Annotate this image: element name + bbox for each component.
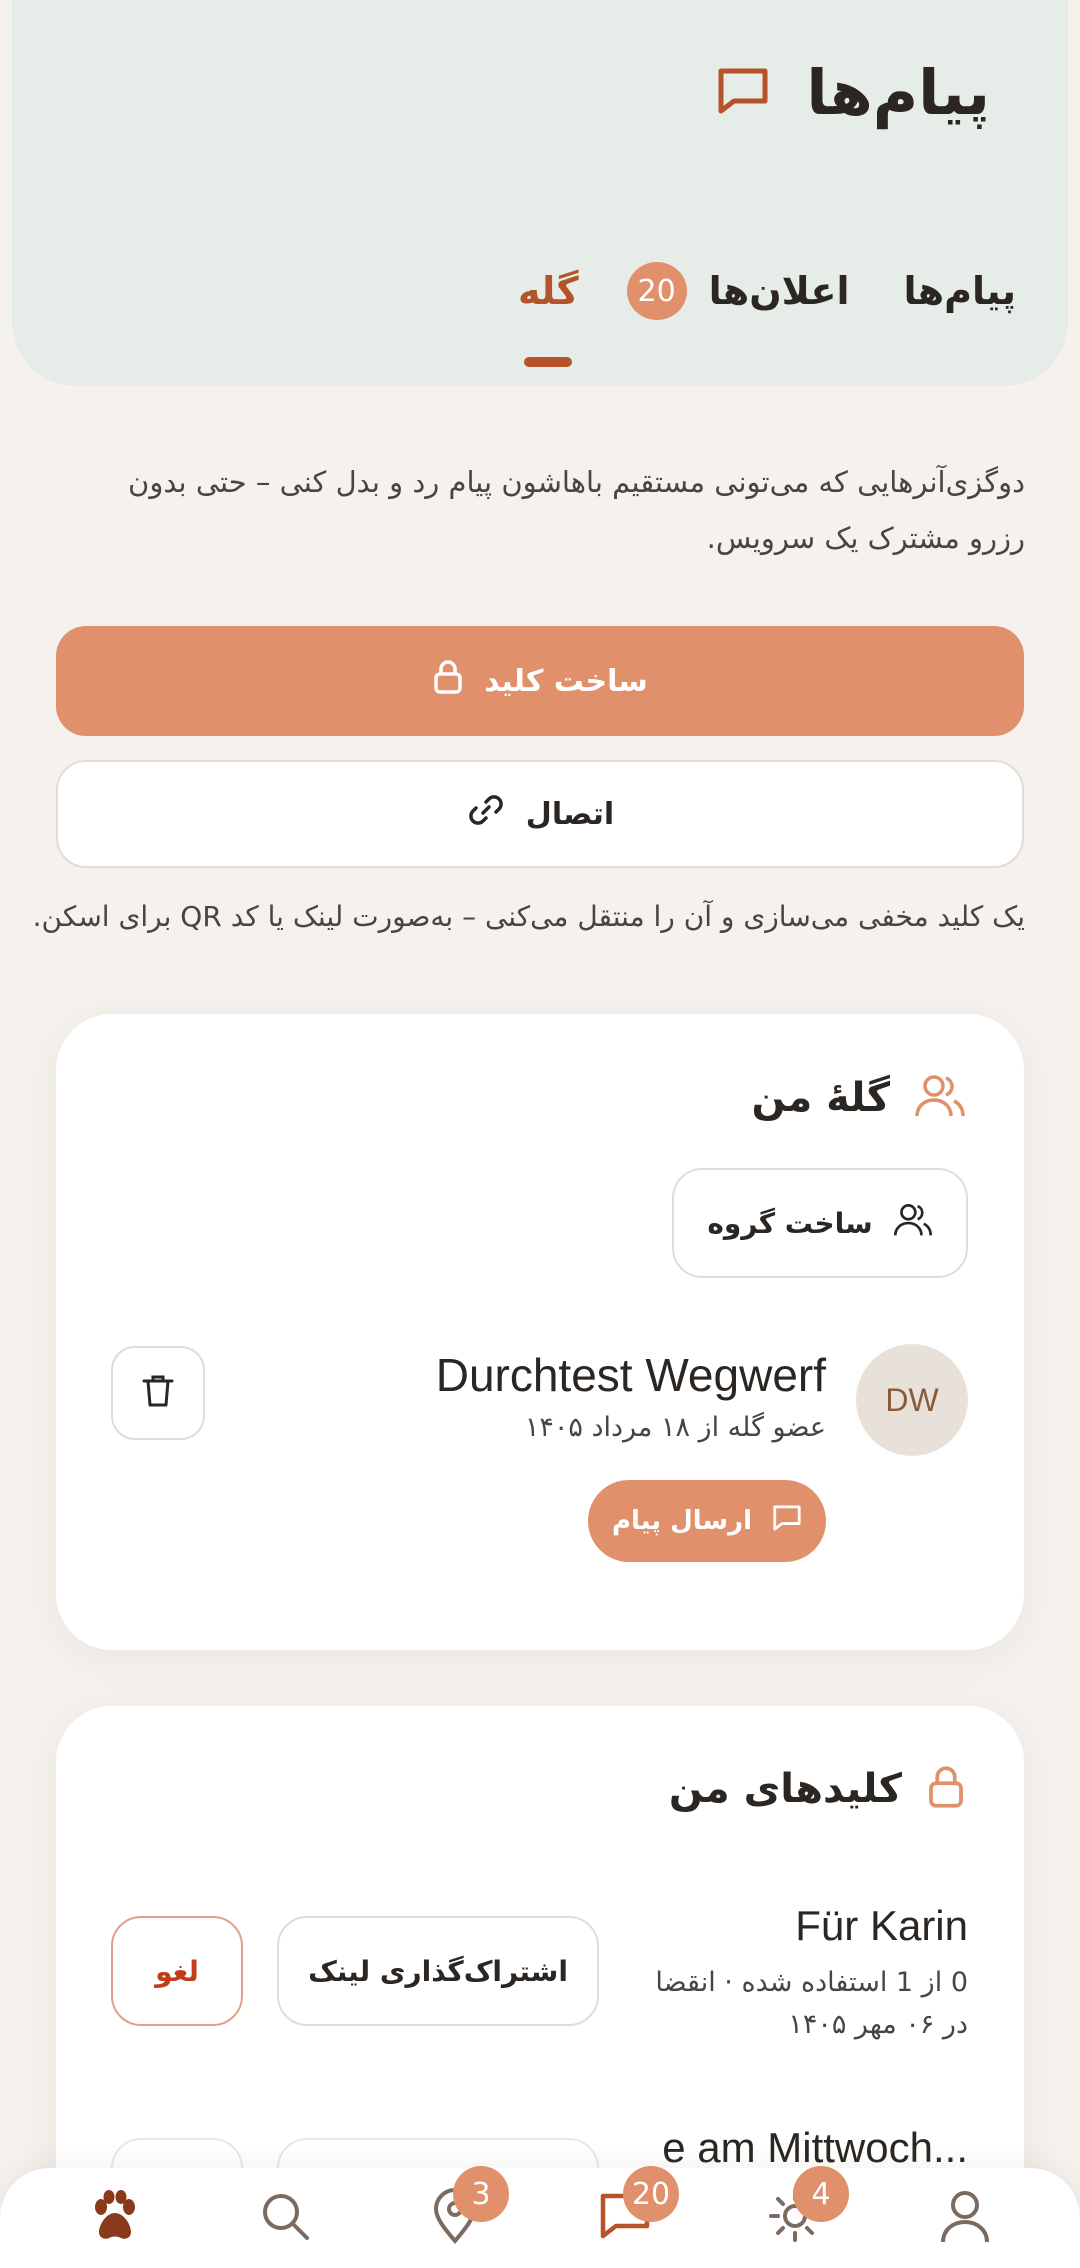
key-hint-text: یک کلید مخفی می‌سازی و آن را منتقل می‌کن… [32,900,1025,933]
link-icon [466,790,506,838]
nav-places[interactable]: 3 [395,2166,515,2268]
places-badge: 3 [453,2166,509,2222]
users-icon [893,1201,933,1246]
nav-search[interactable] [225,2168,345,2268]
nav-profile[interactable] [905,2168,1025,2268]
delete-member-button[interactable] [111,1346,205,1440]
message-icon [716,66,770,120]
member-name[interactable]: Durchtest Wegwerf [436,1348,826,1402]
message-icon [772,1504,802,1539]
tab-pack[interactable]: گله [517,269,579,367]
title-row: پیام‌ها [716,56,990,129]
nav-paw[interactable] [55,2168,175,2268]
notifications-badge: 20 [626,262,687,320]
create-group-label: ساخت گروه [707,1206,873,1240]
pack-card-header: گلهٔ من [751,1072,966,1124]
create-key-label: ساخت کلید [484,663,648,699]
pack-card-title: گلهٔ من [751,1075,890,1121]
lock-icon [432,659,464,703]
connect-label: اتصال [525,796,615,832]
create-key-button[interactable]: ساخت کلید [56,626,1024,736]
tab-notifications-label: اعلان‌ها [708,269,850,313]
nav-messages[interactable]: 20 [565,2166,685,2268]
revoke-key-button[interactable]: لغو [111,1916,243,2026]
member-since: عضو گله از ۱۸ مرداد ۱۴۰۵ [524,1412,826,1443]
avatar[interactable]: DW [856,1344,968,1456]
users-icon [914,1072,966,1124]
key-meta: 0 از 1 استفاده شده · انقضا در ۰۶ مهر ۱۴۰… [655,1967,968,2040]
keys-card-title: کلیدهای من [668,1766,902,1812]
key-name: ...e am Mittwoch [662,2124,968,2171]
nav-activity[interactable]: 4 [735,2166,855,2268]
trash-icon [141,1373,175,1413]
active-tab-indicator [524,357,573,367]
page-header: پیام‌ها پیام‌ها اعلان‌ها 20 گله [12,0,1068,386]
profile-icon [939,2188,991,2248]
intro-text: دوگزی‌آنرهایی که می‌تونی مستقیم باهاشون … [128,465,1025,555]
create-group-button[interactable]: ساخت گروه [672,1168,968,1278]
pack-card: گلهٔ من ساخت گروه DW Durchtest Wegwerf ع… [56,1014,1024,1650]
bottom-nav: 3 20 4 [0,2166,1080,2268]
send-message-button[interactable]: ارسال پیام [588,1480,826,1562]
tab-pack-label: گله [517,269,579,313]
key-name: Für Karin [795,1902,968,1949]
page-title: پیام‌ها [806,56,990,129]
messages-badge: 20 [623,2166,679,2222]
share-link-button[interactable]: اشتراک‌گذاری لینک [277,1916,599,2026]
keys-card-header: کلیدهای من [669,1764,966,1814]
send-message-label: ارسال پیام [611,1506,753,1536]
paw-icon [87,2189,143,2247]
revoke-label: لغو [155,1954,199,1988]
share-link-label: اشتراک‌گذاری لینک [308,1954,568,1988]
tab-notifications[interactable]: اعلان‌ها 20 [626,262,850,320]
connect-button[interactable]: اتصال [56,760,1024,868]
lock-icon [926,1764,966,1814]
tab-messages[interactable]: پیام‌ها [903,269,1016,313]
activity-badge: 4 [793,2166,849,2222]
search-icon [259,2190,311,2246]
tab-bar: پیام‌ها اعلان‌ها 20 گله [517,262,1016,367]
